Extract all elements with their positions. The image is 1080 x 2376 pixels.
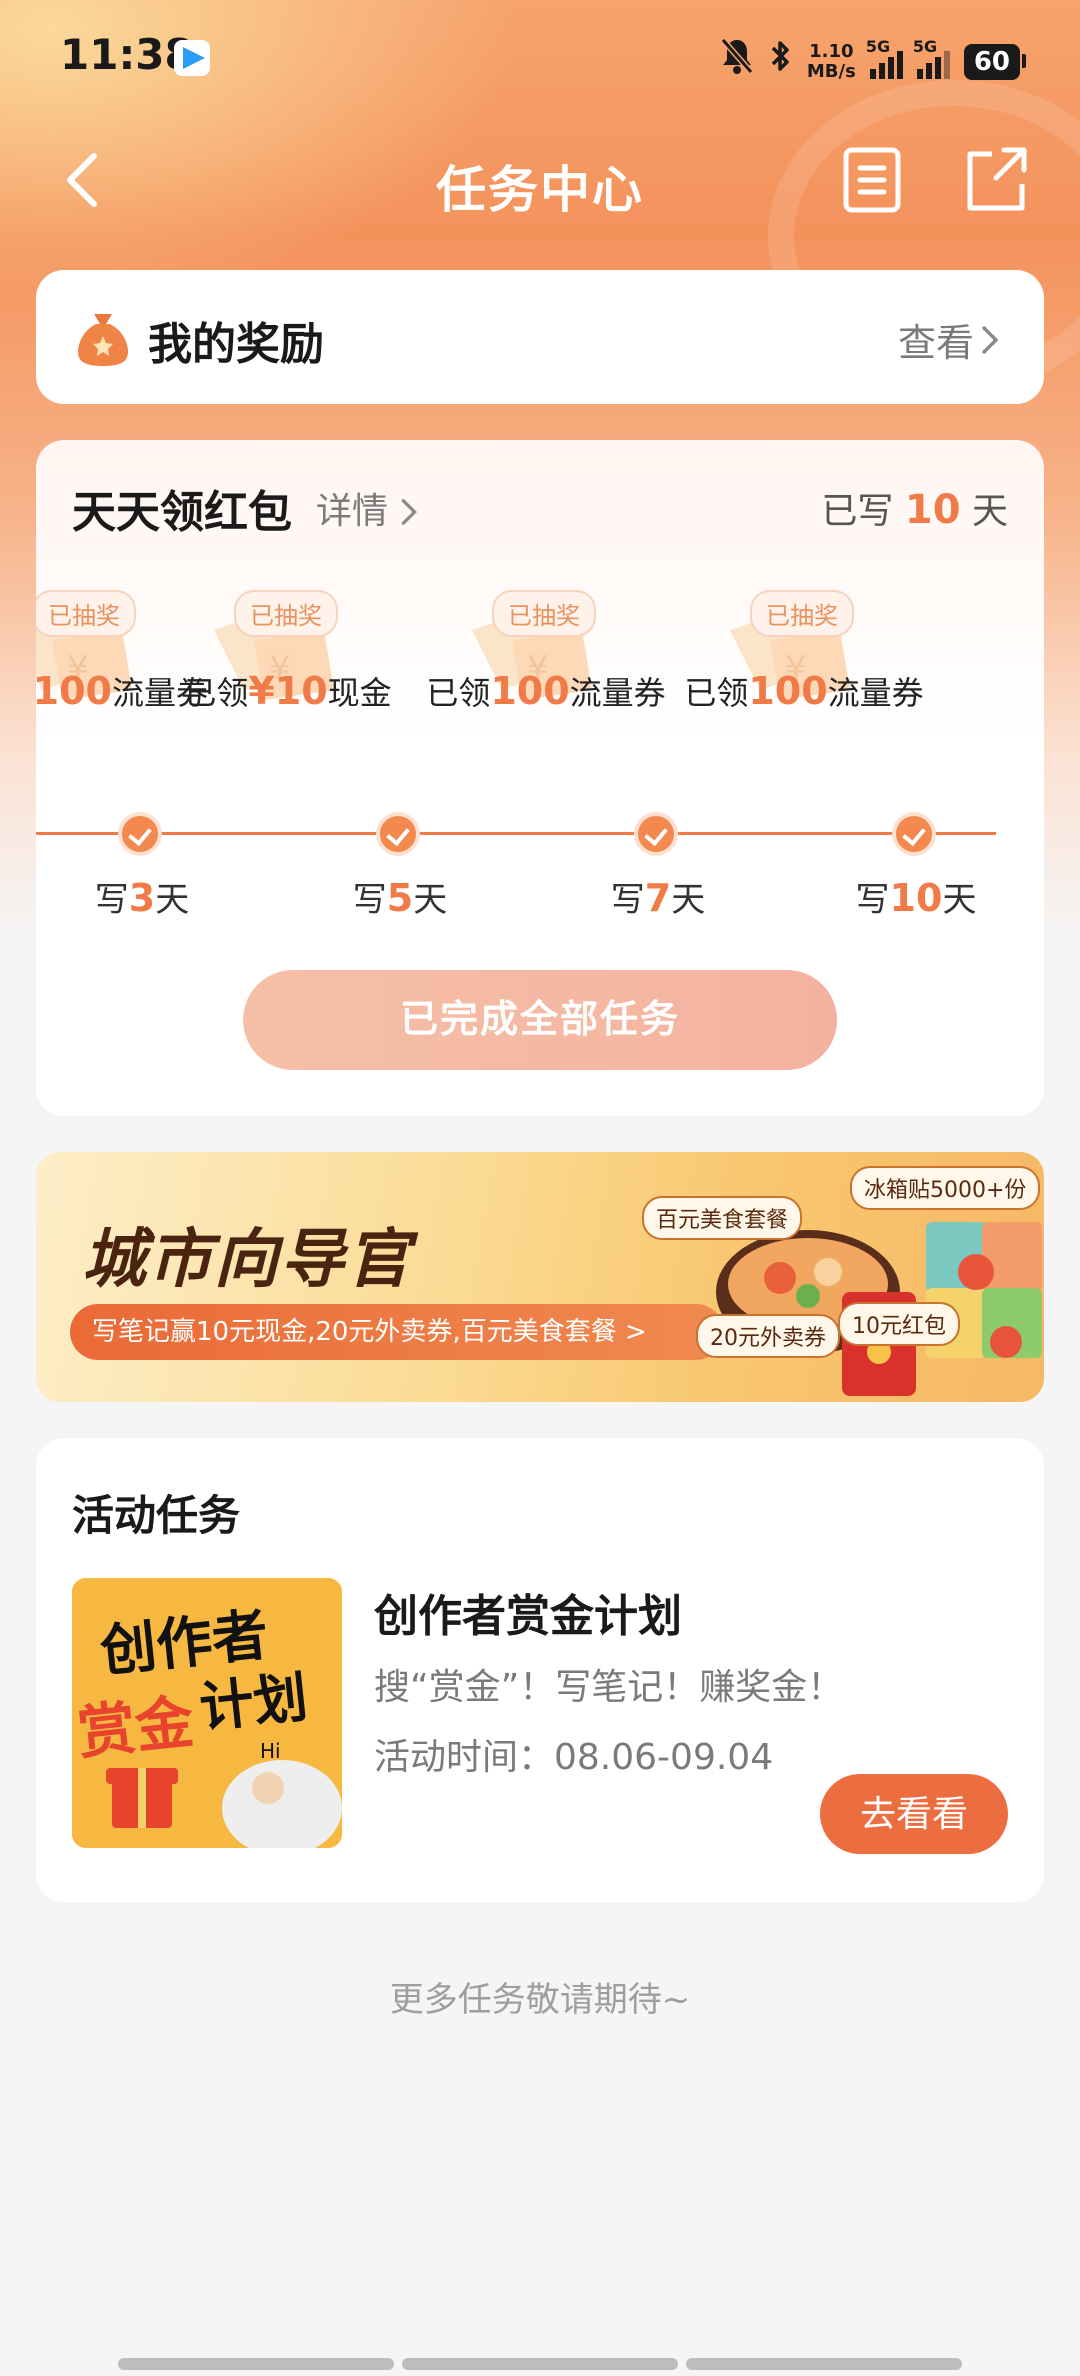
details-link[interactable]: 详情	[316, 482, 419, 534]
reward-prefix: 已领	[426, 674, 491, 712]
money-bag-icon	[76, 310, 130, 368]
all-tasks-completed-button[interactable]: 已完成全部任务	[243, 970, 837, 1070]
speed-unit: MB/s	[806, 60, 856, 82]
days-written-count: 10	[904, 487, 961, 533]
my-rewards-title: 我的奖励	[148, 319, 324, 370]
view-rewards-link[interactable]: 查看	[898, 312, 1000, 367]
reward-suffix: 现金	[327, 674, 392, 712]
page-title: 任务中心	[436, 161, 644, 219]
days-written-suffix: 天	[971, 491, 1008, 532]
chevron-right-icon	[982, 325, 999, 354]
thumb-text-bounty: 赏金	[74, 1687, 197, 1767]
status-icons: 1.10 MB/s 5G 5G 60	[719, 36, 1027, 87]
reward-suffix: 流量券	[569, 674, 666, 712]
reward-milestone-item: ¥ 已抽奖 已领100流量券	[682, 590, 926, 730]
reward-status-badge: 已抽奖	[36, 590, 136, 637]
signal-icon-2: 5G	[913, 37, 950, 79]
days-written-summary: 已写 10 天	[821, 482, 1008, 534]
chip-food-set: 百元美食套餐	[642, 1196, 803, 1240]
my-rewards-card[interactable]: 我的奖励 查看	[36, 270, 1044, 404]
step-label: 写7天	[578, 872, 738, 921]
speed-value: 1.10	[809, 40, 854, 62]
app-notification-icon	[174, 40, 210, 76]
reward-amount: ¥10	[248, 669, 328, 713]
step-prefix: 写	[352, 880, 387, 920]
details-label: 详情	[316, 491, 389, 532]
activity-description: 搜“赏金”！写笔记！赚奖金！	[374, 1667, 844, 1708]
check-icon	[376, 812, 420, 856]
reward-amount: 100	[748, 669, 828, 713]
share-icon[interactable]	[962, 144, 1028, 214]
city-guide-banner[interactable]: 城市向导官 写笔记赢10元现金,20元外卖券,百元美食套餐 > 百元美食套餐 冰…	[36, 1152, 1044, 1402]
reward-text: 已领¥10现金	[166, 668, 410, 714]
puzzle-illustration	[926, 1222, 1042, 1358]
step-days: 3	[128, 876, 156, 920]
more-tasks-note: 更多任务敬请期待~	[389, 1980, 691, 2020]
chip-red-packet: 10元红包	[838, 1302, 960, 1346]
reward-milestone-item: ¥ 已抽奖 已领100流量券	[424, 590, 668, 730]
reward-prefix: 已领	[184, 674, 249, 712]
check-icon	[892, 812, 936, 856]
step-label: 写3天	[62, 872, 222, 921]
progress-line	[36, 832, 996, 835]
thumb-text-hi: Hi	[260, 1739, 281, 1763]
step-suffix: 天	[942, 880, 977, 920]
mute-bell-icon	[719, 36, 755, 87]
step-suffix: 天	[671, 880, 706, 920]
reward-amount: 100	[490, 669, 570, 713]
step-days: 10	[889, 876, 943, 920]
reward-prefix: 已领	[684, 674, 749, 712]
reward-suffix: 流量券	[827, 674, 924, 712]
battery-level: 60	[973, 46, 1010, 77]
reward-milestones-row: ¥ 已抽奖 已领100流量券 ¥ 已抽奖 已领¥10现金 ¥ 已抽奖 已领100…	[36, 590, 1044, 730]
step-prefix: 写	[610, 880, 645, 920]
bluetooth-icon	[769, 36, 793, 87]
days-written-prefix: 已写	[821, 491, 894, 532]
signal-icon-1: 5G	[866, 37, 903, 79]
network-type-2: 5G	[912, 36, 938, 56]
reward-milestone-item: ¥ 已抽奖 已领¥10现金	[166, 590, 410, 730]
reward-status-badge: 已抽奖	[492, 590, 596, 637]
gesture-bar[interactable]	[118, 2358, 962, 2370]
view-rewards-label: 查看	[897, 321, 974, 365]
activity-title: 创作者赏金计划	[374, 1591, 682, 1642]
reward-status-badge: 已抽奖	[234, 590, 338, 637]
document-list-icon[interactable]	[842, 146, 902, 214]
activity-tasks-title: 活动任务	[72, 1491, 241, 1540]
reward-status-badge: 已抽奖	[750, 590, 854, 637]
check-icon	[118, 812, 162, 856]
thumb-text-plan: 计划	[197, 1666, 311, 1740]
step-prefix: 写	[855, 880, 890, 920]
chip-fridge-magnet: 冰箱贴5000+份	[850, 1166, 1041, 1210]
activity-tasks-card: 活动任务 创作者 赏金 计划 Hi 创作者赏金计划 搜“赏金”！写笔记！赚奖金！…	[36, 1438, 1044, 1902]
reward-text: 已领100流量券	[682, 668, 926, 714]
chip-takeout-coupon: 20元外卖券	[696, 1314, 840, 1358]
status-bar: 11:38 1.10 MB/s 5G 5G 60	[0, 0, 1080, 116]
chevron-right-icon	[402, 499, 418, 525]
step-suffix: 天	[155, 880, 190, 920]
step-days: 5	[386, 876, 414, 920]
daily-red-packet-card: 天天领红包 详情 已写 10 天 ¥ 已抽奖 已领100流量券 ¥ 已抽奖 已领…	[36, 440, 1044, 1116]
activity-time: 活动时间：08.06-09.04	[374, 1737, 774, 1778]
banner-title: 城市向导官	[82, 1223, 412, 1297]
check-icon	[634, 812, 678, 856]
creator-bounty-thumbnail[interactable]: 创作者 赏金 计划 Hi	[72, 1578, 342, 1848]
daily-red-packet-title: 天天领红包	[72, 487, 292, 538]
go-see-button[interactable]: 去看看	[820, 1774, 1008, 1854]
banner-subtitle: 写笔记赢10元现金,20元外卖券,百元美食套餐 >	[70, 1304, 724, 1360]
reward-amount: 100	[36, 669, 112, 713]
nav-bar: 任务中心	[0, 130, 1080, 230]
reward-text: 已领100流量券	[424, 668, 668, 714]
network-type-1: 5G	[865, 36, 891, 56]
battery-icon: 60	[963, 43, 1027, 80]
step-prefix: 写	[94, 880, 129, 920]
step-label: 写10天	[836, 872, 996, 921]
step-days: 7	[644, 876, 672, 920]
step-label: 写5天	[320, 872, 480, 921]
step-suffix: 天	[413, 880, 448, 920]
network-speed: 1.10 MB/s	[806, 40, 856, 82]
